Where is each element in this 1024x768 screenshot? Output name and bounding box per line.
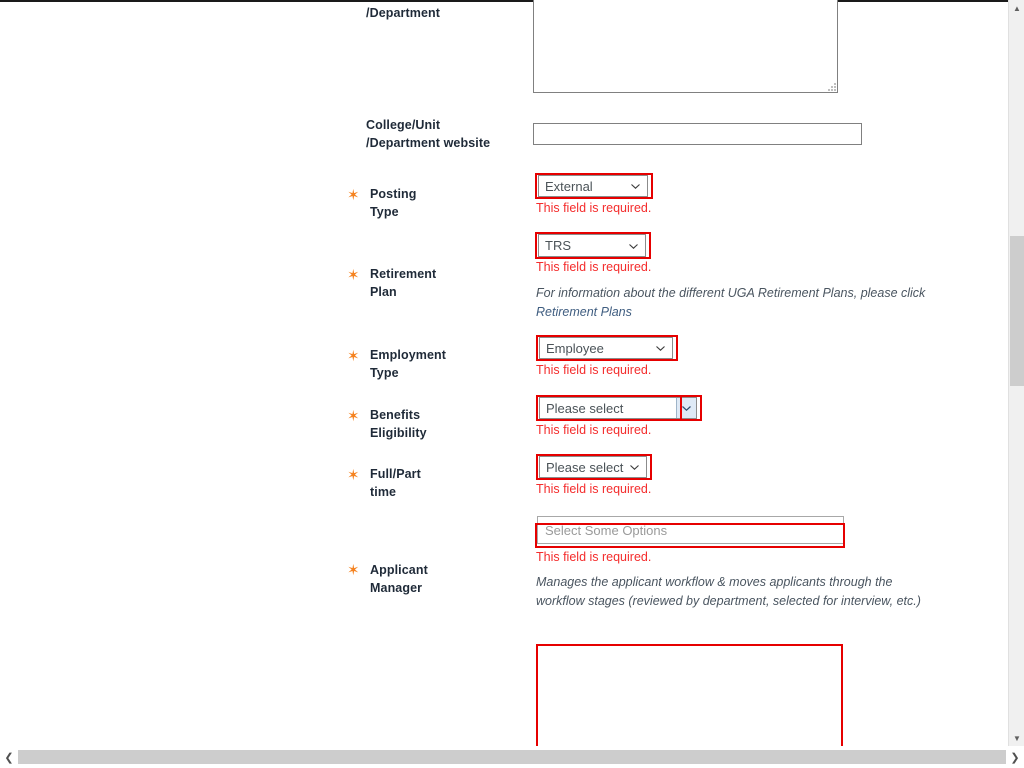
field-label-college-unit-website-line1: College/Unit	[366, 118, 441, 132]
department-description-textarea[interactable]	[533, 0, 838, 93]
field-label-posting-type: Posting Type	[370, 187, 417, 219]
scroll-up-arrow-icon[interactable]: ▲	[1009, 0, 1024, 16]
required-star-full-part-time: ✶	[347, 466, 360, 484]
scroll-down-arrow-icon[interactable]: ▼	[1009, 730, 1024, 746]
benefits-eligibility-select[interactable]: Please select	[539, 397, 697, 419]
vertical-scrollbar[interactable]: ▲ ▼	[1008, 0, 1024, 746]
posting-type-select-value: External	[545, 178, 593, 194]
full-part-time-select-value: Please select	[546, 459, 624, 475]
horizontal-scrollbar-thumb[interactable]	[18, 750, 1006, 764]
scroll-right-arrow-icon[interactable]: ❯	[1006, 746, 1024, 768]
error-message-employment-type: This field is required.	[536, 363, 652, 377]
chevron-down-icon	[656, 346, 665, 351]
field-label-benefits-eligibility: Benefits Eligibility	[370, 408, 427, 440]
chevron-down-icon	[631, 184, 640, 189]
required-star-applicant-manager: ✶	[347, 561, 360, 579]
help-text-applicant-manager: Manages the applicant workflow & moves a…	[536, 575, 921, 608]
horizontal-scrollbar-track[interactable]	[18, 750, 1006, 764]
error-message-applicant-manager: This field is required.	[536, 550, 652, 564]
help-text-retirement-plan: For information about the different UGA …	[536, 284, 938, 322]
vertical-scrollbar-thumb[interactable]	[1010, 236, 1024, 386]
help-text-retirement-plan-body: For information about the different UGA …	[536, 286, 926, 300]
error-message-benefits-eligibility: This field is required.	[536, 423, 652, 437]
required-star-retirement-plan: ✶	[347, 266, 360, 284]
error-message-full-part-time: This field is required.	[536, 482, 652, 496]
retirement-plans-link[interactable]: Retirement Plans	[536, 305, 632, 319]
field-label-full-part-time: Full/Part time	[370, 467, 421, 499]
horizontal-scrollbar[interactable]: ❮ ❯	[0, 746, 1024, 768]
benefits-eligibility-dropdown-arrow-button[interactable]	[676, 398, 696, 418]
posting-type-select[interactable]: External	[538, 175, 648, 197]
applicant-manager-multiselect[interactable]: Select Some Options	[537, 516, 844, 544]
error-message-posting-type: This field is required.	[536, 201, 652, 215]
field-label-retirement-plan: Retirement Plan	[370, 267, 437, 299]
applicant-manager-placeholder: Select Some Options	[545, 523, 668, 538]
chevron-down-icon	[682, 405, 691, 411]
chevron-down-icon	[630, 465, 639, 470]
retirement-plan-select[interactable]: TRS	[538, 234, 646, 257]
chevron-down-icon	[629, 243, 638, 249]
required-star-posting-type: ✶	[347, 186, 360, 204]
benefits-eligibility-select-value: Please select	[546, 400, 624, 416]
scroll-left-arrow-icon[interactable]: ❮	[0, 746, 18, 768]
field-label-applicant-manager: Applicant Manager	[370, 563, 428, 595]
employment-type-select[interactable]: Employee	[539, 337, 673, 359]
field-label-college-unit-website-line2: /Department website	[366, 136, 491, 150]
required-star-benefits-eligibility: ✶	[347, 407, 360, 425]
browser-viewport: /Department College/Unit /Department web…	[0, 0, 1024, 768]
required-star-employment-type: ✶	[347, 347, 360, 365]
posting-form-scroll-area: /Department College/Unit /Department web…	[0, 0, 1008, 746]
full-part-time-select[interactable]: Please select	[539, 456, 647, 478]
field-label-employment-type: Employment Type	[370, 348, 447, 380]
college-unit-website-input[interactable]	[533, 123, 862, 145]
field-label-department-description: /Department	[366, 6, 441, 20]
error-message-retirement-plan: This field is required.	[536, 260, 652, 274]
work-schedule-other-textarea-invalid-outline[interactable]	[536, 644, 843, 746]
employment-type-select-value: Employee	[546, 340, 604, 356]
retirement-plan-select-value: TRS	[545, 238, 571, 253]
